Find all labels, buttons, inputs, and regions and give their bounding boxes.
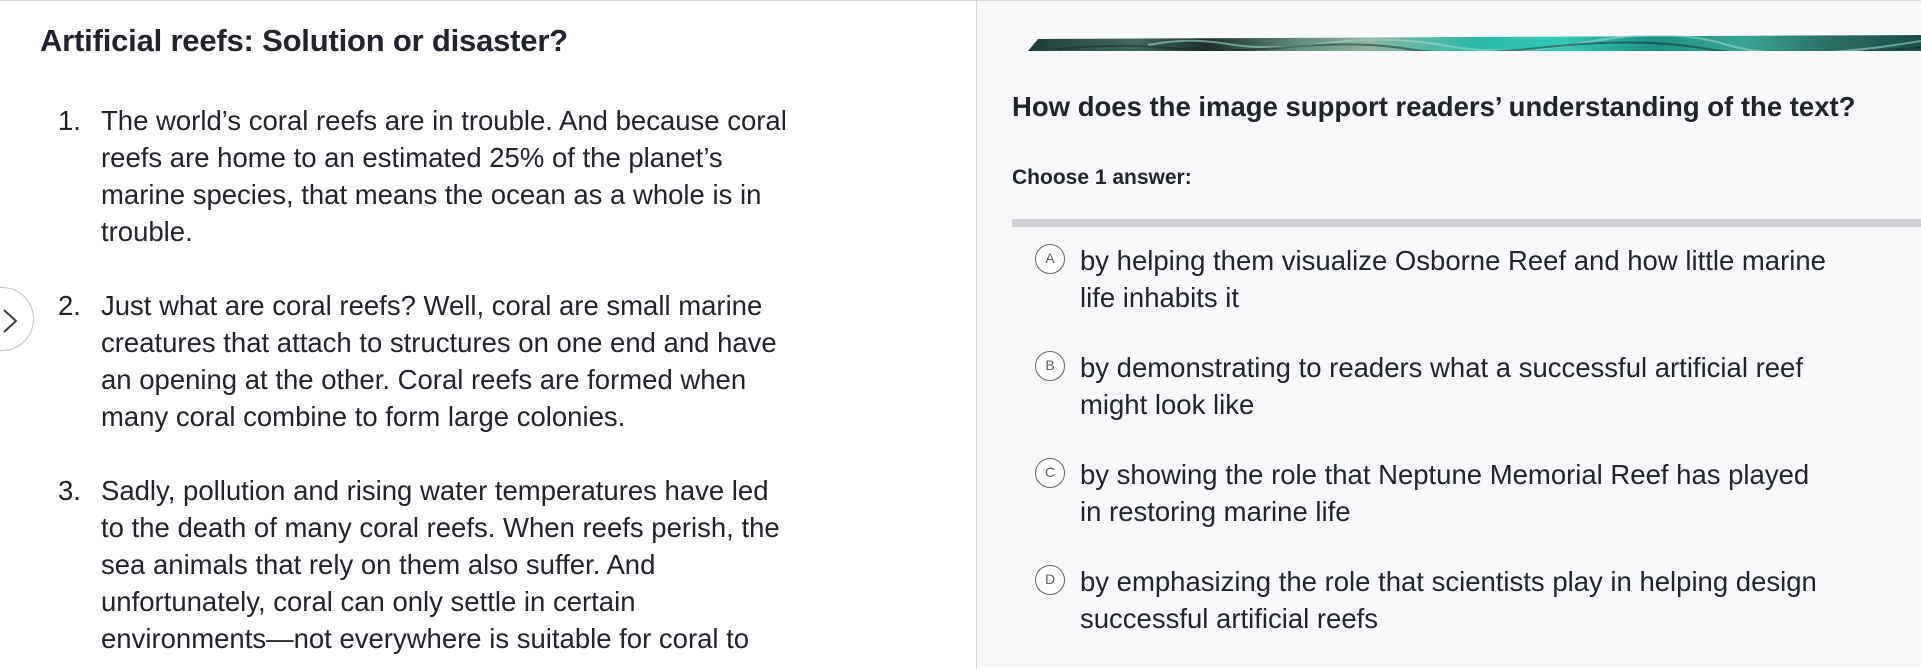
paragraph-line: reefs are home to an estimated 25% of th… bbox=[101, 142, 723, 173]
paragraph-text: The world’s coral reefs are in trouble. … bbox=[101, 102, 861, 250]
passage-paragraph-1: 1. The world’s coral reefs are in troubl… bbox=[58, 102, 858, 250]
choice-text: by helping them visualize Osborne Reef a… bbox=[1080, 242, 1915, 316]
passage-paragraph-2: 2. Just what are coral reefs? Well, cora… bbox=[58, 287, 858, 435]
paragraph-line: Sadly, pollution and rising water temper… bbox=[101, 475, 769, 506]
paragraph-line: to the death of many coral reefs. When r… bbox=[101, 512, 780, 543]
paragraph-text: Just what are coral reefs? Well, coral a… bbox=[101, 287, 861, 435]
paragraph-line: an opening at the other. Coral reefs are… bbox=[101, 364, 747, 395]
choices-top-bar bbox=[1012, 219, 1921, 227]
paragraph-line: marine species, that means the ocean as … bbox=[101, 179, 762, 210]
paragraph-line: sea animals that rely on them also suffe… bbox=[101, 549, 656, 580]
paragraph-line: many coral combine to form large colonie… bbox=[101, 401, 626, 432]
choice-bubble[interactable]: D bbox=[1035, 565, 1065, 595]
app-frame: Artificial reefs: Solution or disaster? … bbox=[0, 0, 1921, 669]
chevron-right-icon bbox=[3, 309, 18, 333]
paragraph-line: creatures that attach to structures on o… bbox=[101, 327, 777, 358]
choice-line: life inhabits it bbox=[1080, 282, 1239, 313]
paragraph-line: The world’s coral reefs are in trouble. … bbox=[101, 105, 787, 136]
paragraph-number: 2. bbox=[58, 290, 81, 321]
expand-passage-button[interactable] bbox=[0, 287, 34, 351]
paragraph-number: 1. bbox=[58, 105, 81, 136]
paragraph-line: unfortunately, coral can only settle in … bbox=[101, 586, 636, 617]
reef-photo-icon bbox=[1028, 35, 1921, 51]
paragraph-line: trouble. bbox=[101, 216, 193, 247]
choice-bubble[interactable]: A bbox=[1035, 244, 1065, 274]
paragraph-line: Just what are coral reefs? Well, coral a… bbox=[101, 290, 763, 321]
choice-line: might look like bbox=[1080, 389, 1255, 420]
question-pane: How does the image support readers’ unde… bbox=[977, 1, 1921, 667]
choice-line: by demonstrating to readers what a succe… bbox=[1080, 352, 1803, 383]
choose-answer-label: Choose 1 answer: bbox=[1012, 166, 1192, 189]
passage-pane: Artificial reefs: Solution or disaster? … bbox=[0, 1, 976, 667]
paragraph-line: environments—not everywhere is suitable … bbox=[101, 623, 750, 654]
paragraph-text: Sadly, pollution and rising water temper… bbox=[101, 472, 861, 657]
choice-text: by showing the role that Neptune Memoria… bbox=[1080, 456, 1915, 530]
choice-line: successful artificial reefs bbox=[1080, 603, 1379, 634]
choice-line: in restoring marine life bbox=[1080, 496, 1351, 527]
choice-bubble[interactable]: B bbox=[1035, 351, 1065, 381]
choice-line: by helping them visualize Osborne Reef a… bbox=[1080, 245, 1826, 276]
passage-paragraph-3: 3. Sadly, pollution and rising water tem… bbox=[58, 472, 858, 657]
reef-image bbox=[1028, 35, 1921, 51]
paragraph-number: 3. bbox=[58, 475, 81, 506]
question-prompt: How does the image support readers’ unde… bbox=[1012, 91, 1856, 122]
passage-title: Artificial reefs: Solution or disaster? bbox=[40, 23, 568, 58]
choice-bubble[interactable]: C bbox=[1035, 458, 1065, 488]
choice-line: by showing the role that Neptune Memoria… bbox=[1080, 459, 1810, 490]
choice-text: by emphasizing the role that scientists … bbox=[1080, 563, 1915, 637]
choice-line: by emphasizing the role that scientists … bbox=[1080, 566, 1817, 597]
choice-text: by demonstrating to readers what a succe… bbox=[1080, 349, 1915, 423]
